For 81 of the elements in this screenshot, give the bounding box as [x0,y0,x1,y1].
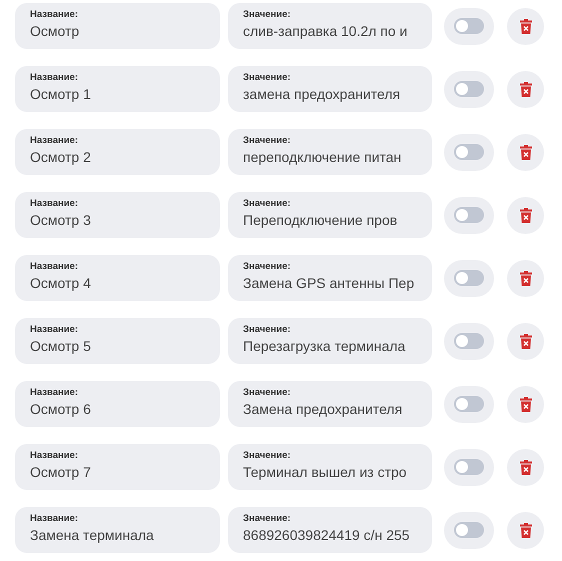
toggle-switch[interactable] [444,448,494,486]
field-label: Значение: [243,261,291,273]
delete-button[interactable] [507,386,544,422]
field-value: Осмотр 1 [30,85,91,104]
trash-icon [520,270,532,286]
toggle-switch[interactable] [444,196,494,234]
field-label: Название: [30,261,78,273]
field-value: Замена терминала [30,526,154,545]
field-label: Название: [30,135,78,147]
field-label: Значение: [243,450,291,462]
toggle-switch[interactable] [444,322,494,360]
name-field[interactable]: Название: Осмотр 6 [15,381,220,427]
name-field[interactable]: Название: Замена терминала [15,507,220,553]
field-value: Осмотр 2 [30,148,91,167]
value-field[interactable]: Значение: переподключение питан [228,129,432,175]
trash-icon [520,208,532,222]
field-label: Значение: [243,387,291,399]
value-field[interactable]: Значение: замена предохранителя [228,66,432,112]
value-field[interactable]: Значение: Замена предохранителя [228,381,432,427]
field-label: Название: [30,513,78,525]
field-value: Перезагрузка терминала [243,337,406,356]
delete-button[interactable] [507,260,544,296]
trash-icon [520,18,532,34]
value-field[interactable]: Значение: Замена GPS антенны Пер [228,255,432,301]
toggle-switch[interactable] [444,70,494,108]
toggle-switch[interactable] [444,8,494,44]
trash-icon [520,144,532,160]
field-label: Название: [30,450,78,462]
trash-icon [520,334,532,348]
name-field[interactable]: Название: Осмотр 3 [15,192,220,238]
field-value: Осмотр 3 [30,211,91,230]
toggle-switch[interactable] [444,386,494,422]
name-field[interactable]: Название: Осмотр 7 [15,444,220,490]
value-field[interactable]: Значение: Переподключение пров [228,192,432,238]
toggle-switch[interactable] [444,512,494,548]
value-field[interactable]: Значение: слив-заправка 10.2л по и [228,3,432,49]
field-label: Название: [30,387,78,399]
field-value: Осмотр [30,22,80,41]
value-field[interactable]: Значение: Перезагрузка терминала [228,318,432,364]
field-value: Осмотр 6 [30,400,91,419]
field-value: Осмотр 7 [30,463,91,482]
field-label: Название: [30,198,78,210]
name-field[interactable]: Название: Осмотр 4 [15,255,220,301]
value-field[interactable]: Значение: Терминал вышел из стро [228,444,432,490]
name-field[interactable]: Название: Осмотр 2 [15,129,220,175]
field-value: Осмотр 5 [30,337,91,356]
field-value: Замена предохранителя [243,400,402,419]
field-value: Замена GPS антенны Пер [243,274,414,293]
field-value: Терминал вышел из стро [243,463,407,482]
delete-button[interactable] [507,70,544,108]
field-value: Переподключение пров [243,211,398,230]
toggle-switch[interactable] [444,260,494,296]
delete-button[interactable] [507,512,544,548]
field-value: переподключение питан [243,148,402,167]
field-label: Название: [30,72,78,84]
delete-button[interactable] [507,8,544,44]
field-label: Значение: [243,198,291,210]
field-label: Название: [30,324,78,336]
trash-icon [520,82,532,96]
trash-icon [520,460,532,474]
name-field[interactable]: Название: Осмотр [15,3,220,49]
toggle-switch[interactable] [444,134,494,170]
name-field[interactable]: Название: Осмотр 1 [15,66,220,112]
trash-icon [520,396,532,412]
delete-button[interactable] [507,322,544,360]
field-label: Значение: [243,513,291,525]
field-label: Значение: [243,324,291,336]
field-value: слив-заправка 10.2л по и [243,22,408,41]
field-label: Значение: [243,72,291,84]
field-value: замена предохранителя [243,85,400,104]
field-label: Значение: [243,135,291,147]
field-label: Название: [30,9,78,21]
field-value: 868926039824419 с/н 255 [243,526,410,545]
delete-button[interactable] [507,196,544,234]
delete-button[interactable] [507,448,544,486]
value-field[interactable]: Значение: 868926039824419 с/н 255 [228,507,432,553]
trash-icon [520,522,532,538]
delete-button[interactable] [507,134,544,170]
name-field[interactable]: Название: Осмотр 5 [15,318,220,364]
field-label: Значение: [243,9,291,21]
field-value: Осмотр 4 [30,274,91,293]
